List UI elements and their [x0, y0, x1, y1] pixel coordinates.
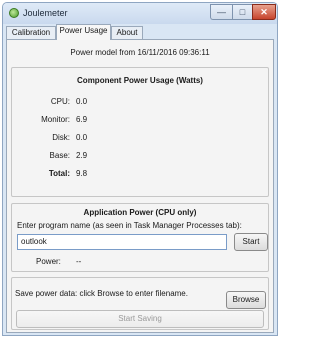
- save-power-data-group: Save power data: click Browse to enter f…: [11, 277, 269, 330]
- power-usage-panel: Power model from 16/11/2016 09:36:11 Com…: [6, 39, 274, 333]
- joulemeter-app-icon: [9, 8, 19, 18]
- program-name-instruction: Enter program name (as seen in Task Mana…: [17, 221, 242, 230]
- maximize-icon: □: [239, 7, 246, 17]
- power-label: Power:: [36, 257, 61, 266]
- app-window: Joulemeter — □ ✕ Calibration Power Usage…: [2, 2, 278, 336]
- base-value: 2.9: [76, 151, 88, 160]
- program-name-input[interactable]: outlook: [17, 234, 227, 250]
- component-usage-group: Component Power Usage (Watts) CPU: 0.0 M…: [11, 67, 269, 197]
- tab-power-usage[interactable]: Power Usage: [56, 24, 111, 40]
- window-title: Joulemeter: [23, 8, 68, 18]
- monitor-label: Monitor:: [41, 115, 70, 124]
- total-label: Total:: [48, 169, 70, 178]
- start-button[interactable]: Start: [234, 233, 268, 251]
- minimize-button[interactable]: —: [210, 4, 232, 20]
- tab-calibration[interactable]: Calibration: [6, 26, 56, 39]
- power-model-info: Power model from 16/11/2016 09:36:11: [70, 48, 210, 57]
- cpu-label: CPU:: [50, 97, 70, 106]
- monitor-value: 6.9: [76, 115, 88, 124]
- start-saving-button[interactable]: Start Saving: [16, 310, 264, 328]
- title-bar: Joulemeter — □ ✕: [3, 3, 277, 24]
- base-label: Base:: [49, 151, 70, 160]
- application-power-heading: Application Power (CPU only): [83, 208, 197, 217]
- tab-about[interactable]: About: [111, 26, 143, 39]
- total-value: 9.8: [76, 169, 88, 178]
- application-power-group: Application Power (CPU only) Enter progr…: [11, 203, 269, 272]
- power-value: --: [76, 257, 82, 266]
- close-icon: ✕: [260, 6, 268, 17]
- minimize-icon: —: [217, 7, 226, 17]
- maximize-button[interactable]: □: [232, 4, 252, 20]
- cpu-value: 0.0: [76, 97, 88, 106]
- disk-label: Disk:: [52, 133, 70, 142]
- save-instruction: Save power data: click Browse to enter f…: [15, 289, 188, 298]
- component-usage-heading: Component Power Usage (Watts): [77, 76, 203, 85]
- close-button[interactable]: ✕: [252, 4, 276, 20]
- browse-button[interactable]: Browse: [226, 291, 266, 309]
- disk-value: 0.0: [76, 133, 88, 142]
